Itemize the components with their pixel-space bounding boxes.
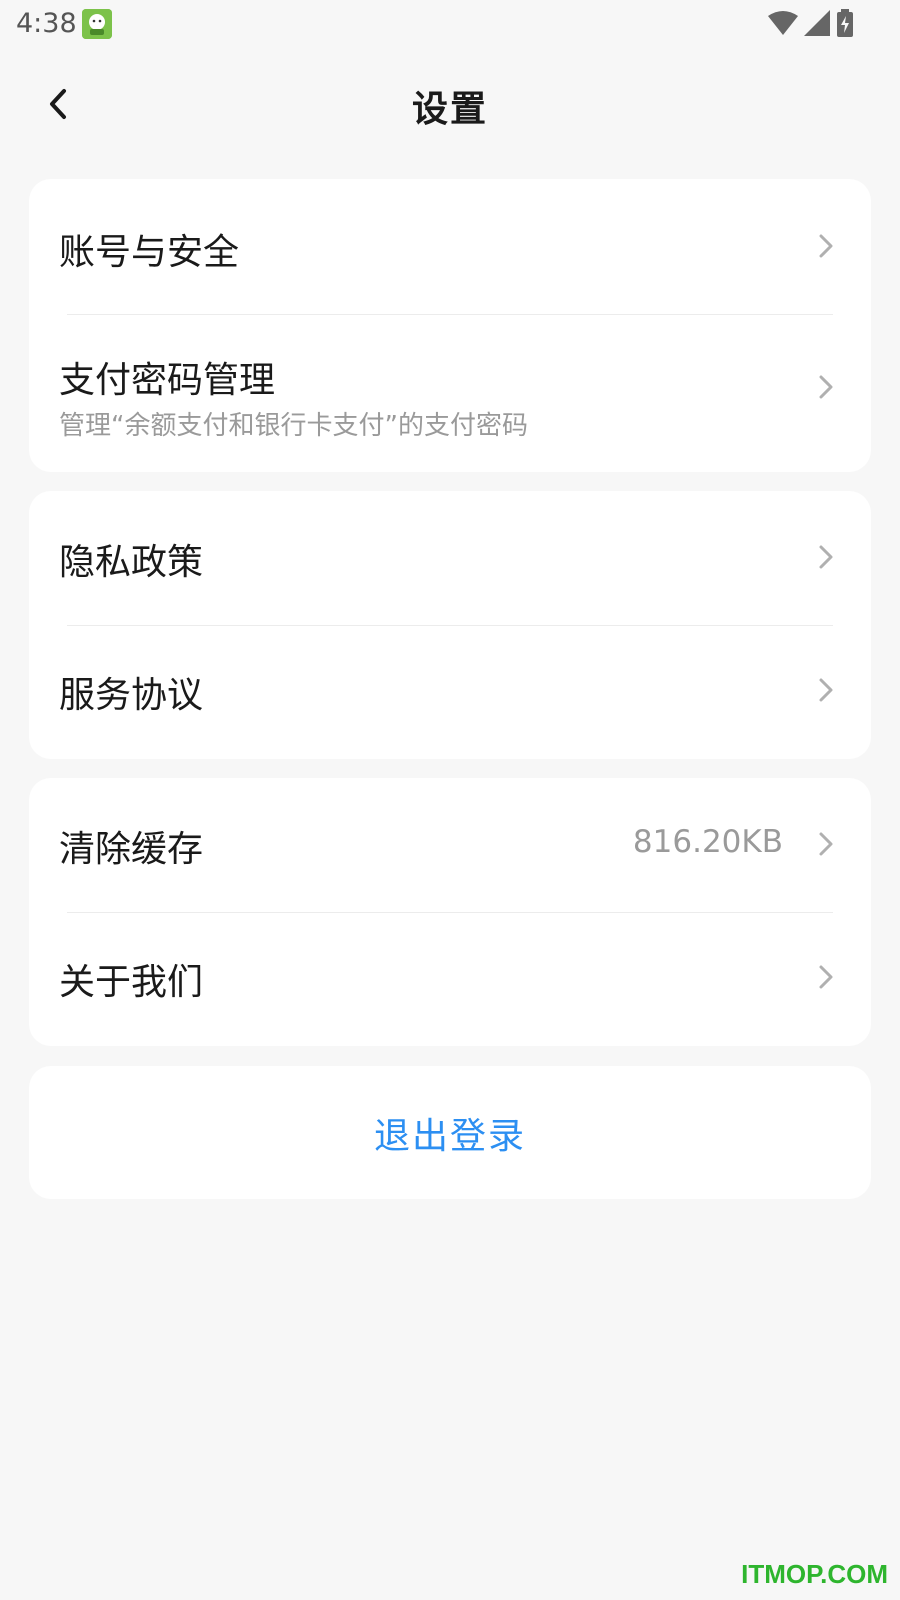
- about-us-item[interactable]: 关于我们: [29, 913, 871, 1046]
- privacy-policy-label: 隐私政策: [59, 542, 204, 583]
- settings-group-legal: 隐私政策 服务协议: [29, 491, 871, 759]
- logout-card: 退出登录: [29, 1066, 871, 1199]
- app-notification-icon: [82, 9, 112, 39]
- status-icons: [768, 8, 854, 38]
- status-bar: 4:38: [0, 0, 900, 48]
- status-time: 4:38: [16, 8, 77, 39]
- chevron-right-icon: [819, 375, 833, 399]
- chevron-right-icon: [819, 234, 833, 258]
- wifi-icon: [768, 11, 798, 35]
- watermark: ITMOP.COM: [741, 1559, 888, 1589]
- about-us-label: 关于我们: [59, 962, 204, 1003]
- privacy-policy-item[interactable]: 隐私政策: [29, 491, 871, 625]
- page-title: 设置: [411, 89, 488, 130]
- chevron-right-icon: [819, 832, 833, 856]
- battery-charging-icon: [837, 9, 853, 37]
- cache-size-value: 816.20KB: [632, 824, 783, 860]
- payment-password-item[interactable]: 支付密码管理 管理“余额支付和银行卡支付”的支付密码: [29, 315, 871, 472]
- chevron-right-icon: [819, 678, 833, 702]
- service-agreement-label: 服务协议: [59, 675, 204, 716]
- account-security-item[interactable]: 账号与安全: [29, 179, 871, 314]
- clear-cache-item[interactable]: 清除缓存 816.20KB: [29, 778, 871, 912]
- clear-cache-label: 清除缓存: [59, 829, 204, 870]
- settings-group-app: 清除缓存 816.20KB 关于我们: [29, 778, 871, 1046]
- signal-icon: [804, 10, 830, 36]
- settings-group-account: 账号与安全 支付密码管理 管理“余额支付和银行卡支付”的支付密码: [29, 179, 871, 472]
- payment-password-label: 支付密码管理: [59, 360, 276, 401]
- account-security-label: 账号与安全: [59, 232, 240, 273]
- logout-button[interactable]: 退出登录: [29, 1066, 871, 1199]
- nav-bar: 设置: [0, 62, 900, 146]
- chevron-right-icon: [819, 965, 833, 989]
- payment-password-subtitle: 管理“余额支付和银行卡支付”的支付密码: [59, 411, 528, 441]
- service-agreement-item[interactable]: 服务协议: [29, 626, 871, 759]
- settings-page: 4:38 设置 账号与安全 支付密码管理 管理“余额支付和银行卡支付”的支付密码…: [0, 0, 900, 1600]
- chevron-right-icon: [819, 545, 833, 569]
